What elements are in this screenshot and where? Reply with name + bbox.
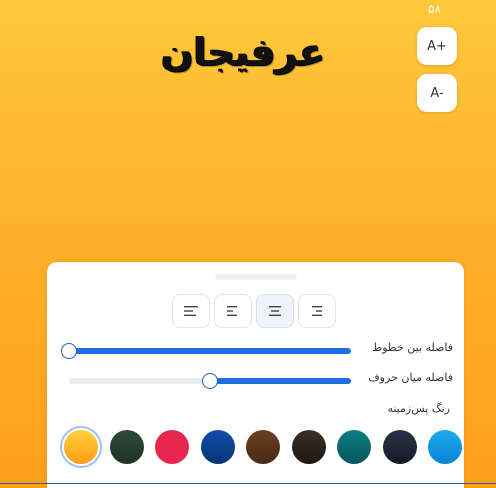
settings-panel: فاصله بین خطوط فاصله میان حروف رنگ پس‌زم… — [47, 262, 464, 488]
alignment-toolbar — [172, 294, 336, 328]
swatch-brown[interactable] — [246, 430, 280, 464]
letter-spacing-row: فاصله میان حروف — [61, 370, 453, 390]
increase-font-button[interactable]: A+ — [417, 27, 457, 65]
align-left-button[interactable] — [172, 294, 210, 328]
align-center-icon — [227, 306, 237, 316]
swatch-midnight[interactable] — [382, 430, 417, 464]
align-center-button[interactable] — [214, 294, 252, 328]
align-justify-icon — [269, 306, 281, 316]
letter-spacing-thumb[interactable] — [202, 373, 218, 389]
swatch-sky-blue[interactable] — [428, 430, 462, 464]
line-spacing-slider[interactable] — [61, 343, 351, 359]
align-right-button[interactable] — [298, 294, 336, 328]
page-counter: ۵۸ — [428, 2, 441, 16]
align-justify-button[interactable] — [256, 294, 294, 328]
swatch-sunset-yellow[interactable] — [64, 430, 98, 464]
line-spacing-thumb[interactable] — [61, 343, 77, 359]
background-color-label: رنگ پس‌زمینه — [387, 402, 450, 415]
background-color-swatches — [64, 430, 462, 464]
swatch-dark-green[interactable] — [109, 430, 144, 464]
swatch-navy-blue[interactable] — [200, 430, 235, 464]
decrease-font-button[interactable]: A- — [417, 74, 457, 112]
line-spacing-label: فاصله بین خطوط — [372, 341, 453, 354]
page-title: عرفیجان — [160, 30, 326, 74]
bottom-divider — [0, 483, 496, 484]
align-right-icon — [312, 306, 322, 316]
swatch-dark-brown[interactable] — [291, 430, 326, 464]
letter-spacing-label: فاصله میان حروف — [368, 371, 453, 384]
swatch-crimson[interactable] — [155, 430, 189, 464]
line-spacing-fill — [69, 348, 351, 354]
letter-spacing-fill — [210, 378, 351, 384]
line-spacing-row: فاصله بین خطوط — [61, 340, 453, 360]
align-left-icon — [184, 306, 198, 316]
drag-handle[interactable] — [215, 274, 297, 280]
swatch-teal[interactable] — [337, 430, 371, 464]
letter-spacing-slider[interactable] — [69, 373, 351, 389]
